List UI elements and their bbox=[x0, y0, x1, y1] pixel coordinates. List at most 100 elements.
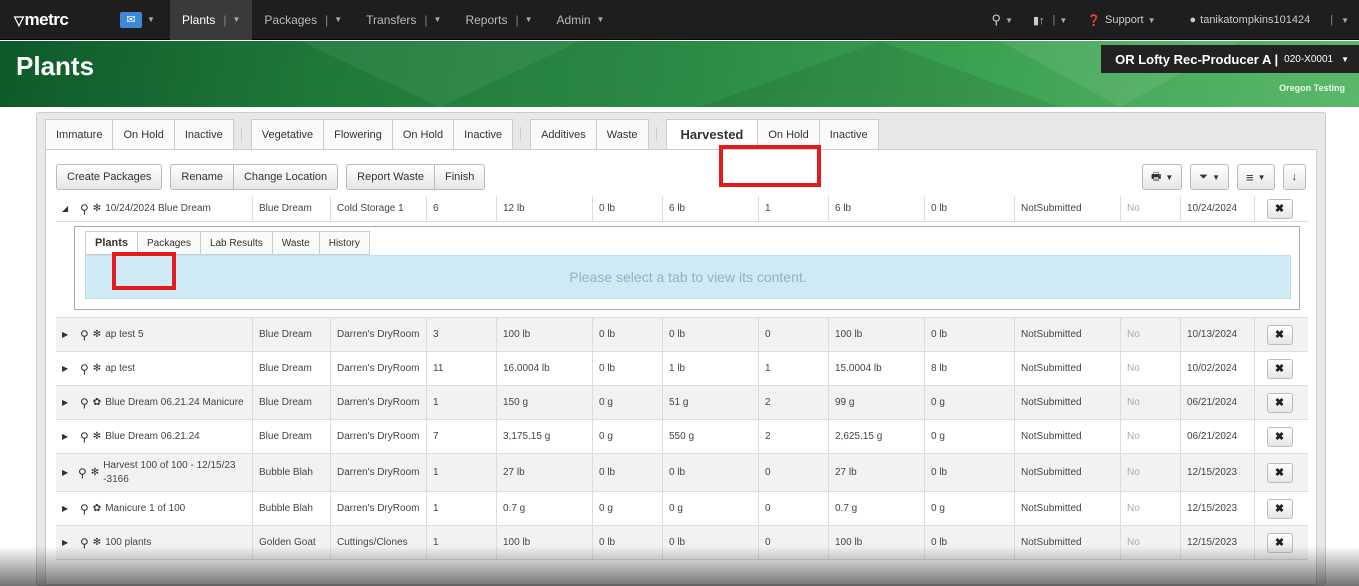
table-row[interactable]: ▶ ⚲ ✻ Harvest 100 of 100 - 12/15/23 -3166 Bu… bbox=[56, 454, 1308, 492]
nav-transfers[interactable]: Transfers | ▼ bbox=[354, 0, 453, 40]
change-location-button[interactable]: Change Location bbox=[232, 164, 339, 190]
subtab-history[interactable]: History bbox=[318, 231, 370, 255]
cell-waste: 0 g bbox=[592, 420, 662, 453]
tab-harvested-inactive[interactable]: Inactive bbox=[818, 119, 879, 149]
print-button[interactable]: 🖶 ▼ bbox=[1141, 164, 1183, 190]
discontinue-button[interactable]: ✖ bbox=[1266, 392, 1293, 413]
cell-packaged: 0 lb bbox=[662, 318, 758, 351]
cell-strain: Blue Dream bbox=[252, 386, 330, 419]
search-icon[interactable]: ⚲ bbox=[80, 396, 89, 410]
search-icon[interactable]: ⚲ bbox=[80, 202, 89, 216]
cell-packaged: 0 lb bbox=[662, 454, 758, 491]
expand-arrow-icon[interactable]: ▶ bbox=[62, 328, 80, 342]
chevron-down-icon: ▼ bbox=[1341, 15, 1349, 25]
nav-reports[interactable]: Reports | ▼ bbox=[453, 0, 544, 40]
subtab-lab-results[interactable]: Lab Results bbox=[199, 231, 273, 255]
search-icon[interactable]: ⚲ bbox=[78, 466, 87, 480]
expand-arrow-icon[interactable]: ▶ bbox=[62, 466, 78, 480]
nav-admin[interactable]: Admin ▼ bbox=[545, 0, 617, 40]
search-icon[interactable]: ⚲ bbox=[80, 328, 89, 342]
create-packages-button[interactable]: Create Packages bbox=[56, 164, 163, 190]
discontinue-button[interactable]: ✖ bbox=[1266, 498, 1293, 519]
facility-selector[interactable]: OR Lofty Rec-Producer A | 020-X0001 ▼ bbox=[1101, 45, 1359, 73]
top-navbar: ▽metrc ✉ ▼ Plants | ▼ Packages | ▼ Transfers… bbox=[0, 0, 1359, 40]
page-title: Plants bbox=[16, 51, 95, 81]
discontinue-button[interactable]: ✖ bbox=[1266, 324, 1293, 345]
table-row[interactable]: ▶ ⚲ ✿ Manicure 1 of 100 Bubble Blah Darren's … bbox=[56, 492, 1308, 526]
cell-remaining: 27 lb bbox=[828, 454, 924, 491]
table-row[interactable]: ▶ ⚲ ✻ Blue Dream 06.21.24 Blue Dream Darren's… bbox=[56, 420, 1308, 454]
expand-arrow-icon[interactable]: ▶ bbox=[62, 430, 80, 444]
cell-onhold: No bbox=[1120, 526, 1180, 559]
cell-wet: 150 g bbox=[496, 386, 592, 419]
cell-onhold: No bbox=[1120, 420, 1180, 453]
expand-arrow-icon[interactable]: ▶ bbox=[62, 396, 80, 410]
tab-additives[interactable]: Additives bbox=[530, 119, 597, 149]
report-waste-button[interactable]: Report Waste bbox=[346, 164, 435, 190]
table-row[interactable]: ▶ ⚲ ✻ ap test 5 Blue Dream Darren's DryRoom 3 1… bbox=[56, 318, 1308, 352]
print-icon: 🖶 bbox=[1150, 170, 1162, 183]
collapse-arrow-icon[interactable]: ◢ bbox=[62, 202, 80, 216]
chevron-down-icon: ▼ bbox=[147, 15, 155, 24]
tab-immature[interactable]: Immature bbox=[45, 119, 114, 149]
filter-button[interactable]: ⏷ ▼ bbox=[1190, 164, 1229, 190]
nav-plants[interactable]: Plants | ▼ bbox=[170, 0, 253, 40]
chevron-down-icon: ▼ bbox=[596, 15, 605, 24]
cell-remaining: 100 lb bbox=[828, 526, 924, 559]
tab-immature-on-hold[interactable]: On Hold bbox=[112, 119, 175, 149]
chevron-down-icon[interactable]: ▼ bbox=[434, 15, 442, 24]
chevron-down-icon: ▼ bbox=[1059, 15, 1068, 25]
subtab-waste[interactable]: Waste bbox=[271, 231, 320, 255]
columns-button[interactable]: ≡ ▼ bbox=[1236, 164, 1275, 190]
user-menu-toggle[interactable]: | ▼ bbox=[1320, 14, 1359, 26]
file-upload-button[interactable]: ▮↑ | ▼ bbox=[1023, 14, 1077, 27]
cell-date: 06/21/2024 bbox=[1180, 420, 1254, 453]
discontinue-button[interactable]: ✖ bbox=[1266, 358, 1293, 379]
cell-date: 10/13/2024 bbox=[1180, 318, 1254, 351]
discontinue-button[interactable]: ✖ bbox=[1266, 198, 1293, 219]
download-icon: ↓ bbox=[1291, 171, 1298, 183]
chevron-down-icon[interactable]: ▼ bbox=[334, 15, 342, 24]
search-icon[interactable]: ⚲ bbox=[80, 536, 89, 550]
rename-button[interactable]: Rename bbox=[170, 164, 234, 190]
table-row[interactable]: ▶ ⚲ ✻ ap test Blue Dream Darren's DryRoom 11 16… bbox=[56, 352, 1308, 386]
table-row[interactable]: ▶ ⚲ ✿ Blue Dream 06.21.24 Manicure Blue Drea… bbox=[56, 386, 1308, 420]
download-button[interactable]: ↓ bbox=[1282, 164, 1306, 190]
tab-flowering[interactable]: Flowering bbox=[323, 119, 393, 149]
finish-button[interactable]: Finish bbox=[434, 164, 486, 190]
cell-plants: 7 bbox=[426, 420, 496, 453]
chevron-down-icon: ▼ bbox=[1212, 172, 1220, 182]
expand-arrow-icon[interactable]: ▶ bbox=[62, 362, 80, 376]
nav-packages[interactable]: Packages | ▼ bbox=[252, 0, 354, 40]
search-icon[interactable]: ⚲ bbox=[80, 430, 89, 444]
tab-immature-inactive[interactable]: Inactive bbox=[173, 119, 234, 149]
chevron-down-icon[interactable]: ▼ bbox=[525, 15, 533, 24]
cell-wet: 16.0004 lb bbox=[496, 352, 592, 385]
table-row[interactable]: ◢ ⚲ ✻ 10/24/2024 Blue Dream Blue Dream Cold… bbox=[56, 196, 1308, 222]
cell-strain: Bubble Blah bbox=[252, 492, 330, 525]
chevron-down-icon[interactable]: ▼ bbox=[232, 15, 240, 24]
search-button[interactable]: ⚲ ▼ bbox=[982, 12, 1023, 28]
table-row[interactable]: ▶ ⚲ ✻ 100 plants Golden Goat Cuttings/Clones 1… bbox=[56, 526, 1308, 560]
expand-arrow-icon[interactable]: ▶ bbox=[62, 536, 80, 550]
cell-waste: 0 lb bbox=[592, 318, 662, 351]
user-menu[interactable]: ● tanikatompkins101424 bbox=[1165, 14, 1320, 26]
tab-plants-on-hold[interactable]: On Hold bbox=[391, 119, 455, 149]
discontinue-button[interactable]: ✖ bbox=[1266, 426, 1293, 447]
metrc-logo[interactable]: ▽metrc bbox=[0, 10, 120, 30]
expand-arrow-icon[interactable]: ▶ bbox=[62, 502, 80, 516]
search-icon[interactable]: ⚲ bbox=[80, 502, 89, 516]
tab-vegetative[interactable]: Vegetative bbox=[250, 119, 325, 149]
discontinue-button[interactable]: ✖ bbox=[1266, 462, 1293, 483]
cell-restored: 0 g bbox=[924, 386, 1014, 419]
cell-onhold: No bbox=[1120, 454, 1180, 491]
discontinue-button[interactable]: ✖ bbox=[1266, 532, 1293, 553]
messages-button[interactable]: ✉ ▼ bbox=[120, 11, 170, 28]
search-icon[interactable]: ⚲ bbox=[80, 362, 89, 376]
harvested-content: Create Packages Rename Change Location R… bbox=[45, 145, 1317, 585]
cell-waste: 0 lb bbox=[592, 454, 662, 491]
tab-waste[interactable]: Waste bbox=[595, 119, 649, 149]
support-menu[interactable]: ❓ Support ▼ bbox=[1077, 14, 1165, 27]
cell-pkgs: 1 bbox=[758, 352, 828, 385]
tab-plants-inactive[interactable]: Inactive bbox=[453, 119, 514, 149]
